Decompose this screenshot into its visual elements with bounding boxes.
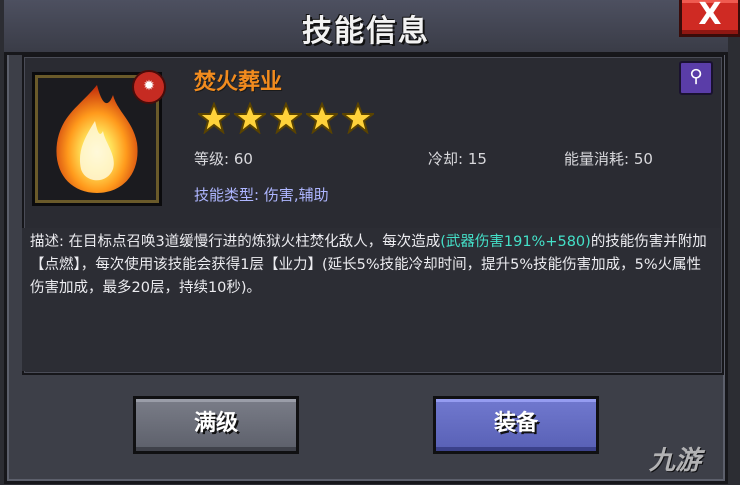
close-icon: X [698, 0, 722, 32]
star-rating [198, 102, 374, 134]
title-bar: 技能信息 [4, 0, 728, 55]
equip-button[interactable]: 装备 [433, 396, 599, 454]
star-icon [306, 102, 338, 134]
star-icon [234, 102, 266, 134]
boot-icon[interactable]: ⚲ [679, 61, 713, 95]
close-button[interactable]: X [679, 0, 740, 37]
skill-description: 描述: 在目标点召唤3道缓慢行进的炼狱火柱焚化敌人，每次造成(武器伤害191%+… [30, 231, 714, 300]
star-icon [270, 102, 302, 134]
skill-energy-cost: 能量消耗: 50 [564, 150, 653, 168]
max-level-button[interactable]: 满级 [133, 396, 299, 454]
skill-level: 等级: 60 [194, 150, 253, 168]
description-text: 描述: 在目标点召唤3道缓慢行进的炼狱火柱焚化敌人，每次造成 [30, 234, 441, 250]
skill-type: 技能类型: 伤害,辅助 [194, 186, 329, 204]
flame-icon: ✹ [132, 70, 166, 104]
dialog-title: 技能信息 [302, 14, 430, 49]
skill-name: 焚火葬业 [194, 70, 283, 95]
skill-cooldown: 冷却: 15 [428, 150, 487, 168]
watermark-logo: 九游 [649, 446, 702, 476]
description-damage-formula: (武器伤害191%+580) [440, 234, 591, 250]
star-icon [342, 102, 374, 134]
star-icon [198, 102, 230, 134]
